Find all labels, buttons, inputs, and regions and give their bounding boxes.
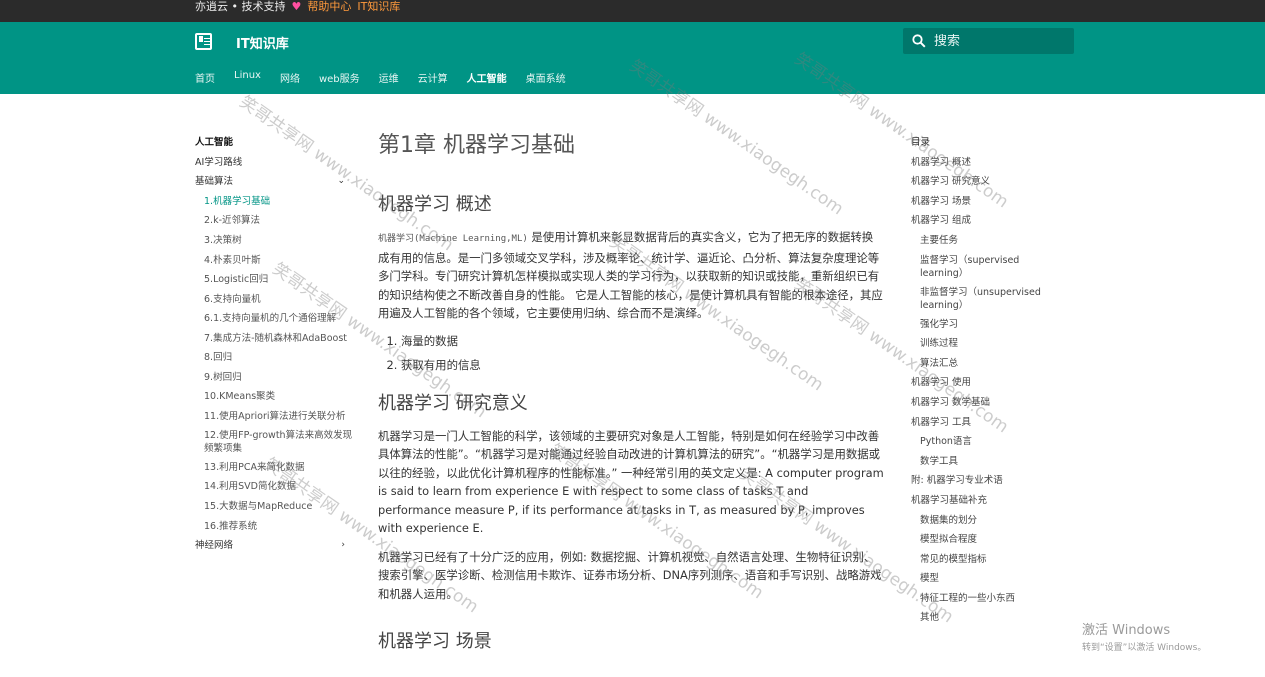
toc-item[interactable]: 其他 (911, 608, 1061, 628)
chevron-down-icon[interactable]: ⌄ (337, 172, 345, 192)
nav-item-linux[interactable]: Linux (234, 70, 261, 85)
toc-heading: 目录 (911, 137, 931, 148)
toc-item[interactable]: 特征工程的一些小东西 (911, 589, 1061, 609)
left-sidebar: 人工智能 AI学习路线 基础算法 ⌄ 1.机器学习基础 2.k-近邻算法 3.决… (195, 133, 355, 556)
toc-item[interactable]: 数学工具 (911, 452, 1061, 472)
site-title[interactable]: IT知识库 (236, 33, 289, 52)
sidebar-item-apriori[interactable]: 11.使用Apriori算法进行关联分析 (195, 407, 355, 426)
it-knowledge-link[interactable]: IT知识库 (357, 0, 400, 14)
sidebar-item-mapreduce[interactable]: 15.大数据与MapReduce (195, 497, 355, 517)
sidebar-item-regression[interactable]: 8.回归 (195, 348, 355, 368)
toc-item[interactable]: 机器学习 数学基础 (911, 393, 1061, 413)
nav-item-network[interactable]: 网络 (280, 70, 300, 85)
nav-item-ai[interactable]: 人工智能 (467, 70, 507, 85)
brand-text: 亦逍云 • 技术支持 (195, 0, 286, 13)
section-heading-significance: 机器学习 研究意义 (378, 392, 528, 414)
sidebar-item-basic-algorithms[interactable]: 基础算法 ⌄ (195, 172, 355, 192)
list-item: 获取有用的信息 (401, 353, 884, 377)
toc-item[interactable]: 模型 (911, 569, 1061, 589)
sidebar-item-recommender[interactable]: 16.推荐系统 (195, 517, 355, 537)
sidebar-item-svm[interactable]: 6.支持向量机 (195, 290, 355, 310)
sidebar-item-ml-basics[interactable]: 1.机器学习基础 (195, 192, 355, 212)
toc-item[interactable]: 机器学习 研究意义 (911, 172, 1061, 192)
nav-item-home[interactable]: 首页 (195, 70, 215, 85)
toc-item[interactable]: 监督学习（supervised learning） (911, 251, 1061, 283)
toc-item[interactable]: 算法汇总 (911, 354, 1061, 374)
sidebar-item-fp-growth[interactable]: 12.使用FP-growth算法来高效发现频繁项集 (195, 426, 355, 458)
inline-code: 机器学习(Machine Learning,ML) (378, 234, 528, 244)
toc-item[interactable]: 机器学习基础补充 (911, 491, 1061, 511)
sidebar-item-knn[interactable]: 2.k-近邻算法 (195, 211, 355, 231)
sidebar-heading: 人工智能 (195, 137, 234, 148)
sidebar-item-label: 基础算法 (195, 176, 234, 188)
search-input[interactable] (934, 33, 1054, 49)
table-of-contents: 目录 机器学习 概述 机器学习 研究意义 机器学习 场景 机器学习 组成 主要任… (911, 133, 1061, 628)
toc-item[interactable]: 模型拟合程度 (911, 530, 1061, 550)
section-heading-scenarios: 机器学习 场景 (378, 631, 492, 652)
nav-item-desktop[interactable]: 桌面系统 (526, 70, 566, 85)
toc-item[interactable]: 常见的模型指标 (911, 550, 1061, 570)
main-nav: 首页 Linux 网络 web服务 运维 云计算 人工智能 桌面系统 (195, 70, 585, 85)
toc-item[interactable]: 训练过程 (911, 334, 1061, 354)
sidebar-item-ai-roadmap[interactable]: AI学习路线 (195, 153, 355, 173)
search-box[interactable] (903, 28, 1074, 54)
toc-item[interactable]: 机器学习 场景 (911, 192, 1061, 212)
chevron-right-icon[interactable]: › (341, 536, 345, 556)
toc-item[interactable]: 机器学习 概述 (911, 153, 1061, 173)
toc-item[interactable]: Python语言 (911, 432, 1061, 452)
toc-item[interactable]: 机器学习 工具 (911, 413, 1061, 433)
windows-activation-notice: 激活 Windows 转到“设置”以激活 Windows。 (1082, 619, 1206, 653)
toc-item[interactable]: 非监督学习（unsupervised learning） (911, 283, 1061, 315)
significance-paragraph-2: 机器学习已经有了十分广泛的应用，例如: 数据挖掘、计算机视觉、自然语言处理、生物… (378, 549, 882, 601)
help-center-link[interactable]: 帮助中心 (307, 0, 351, 14)
sidebar-item-logistic[interactable]: 5.Logistic回归 (195, 270, 355, 290)
windows-activation-hint: 转到“设置”以激活 Windows。 (1082, 643, 1207, 653)
top-bar: 亦逍云 • 技术支持 ♥ 帮助中心 IT知识库 (0, 0, 1265, 22)
nav-item-web[interactable]: web服务 (319, 70, 360, 85)
overview-list: 海量的数据 获取有用的信息 (401, 329, 884, 377)
nav-item-ops[interactable]: 运维 (379, 70, 399, 85)
sidebar-item-svd[interactable]: 14.利用SVD简化数据 (195, 477, 355, 497)
heart-icon: ♥ (291, 0, 302, 13)
sidebar-item-naive-bayes[interactable]: 4.朴素贝叶斯 (195, 251, 355, 271)
toc-item[interactable]: 机器学习 使用 (911, 373, 1061, 393)
sidebar-item-pca[interactable]: 13.利用PCA来简化数据 (195, 458, 355, 478)
sidebar-item-kmeans[interactable]: 10.KMeans聚类 (195, 387, 355, 407)
sidebar-item-label: 神经网络 (195, 540, 234, 552)
book-icon[interactable] (195, 33, 212, 50)
overview-paragraph: 机器学习(Machine Learning,ML) 是使用计算机来彰显数据背后的… (378, 228, 884, 323)
toc-item[interactable]: 数据集的划分 (911, 511, 1061, 531)
page-title: 第1章 机器学习基础 (378, 133, 575, 158)
sidebar-item-ensemble[interactable]: 7.集成方法-随机森林和AdaBoost (195, 329, 355, 348)
toc-item[interactable]: 附: 机器学习专业术语 (911, 471, 1061, 491)
windows-activation-title: 激活 Windows (1082, 623, 1171, 638)
search-icon (912, 34, 926, 48)
toc-item[interactable]: 机器学习 组成 (911, 211, 1061, 231)
toc-item[interactable]: 主要任务 (911, 231, 1061, 251)
sidebar-item-tree-regression[interactable]: 9.树回归 (195, 368, 355, 388)
section-heading-overview: 机器学习 概述 (378, 194, 492, 215)
sidebar-item-svm-understanding[interactable]: 6.1.支持向量机的几个通俗理解 (195, 309, 355, 329)
sidebar-item-neural-networks[interactable]: 神经网络 › (195, 536, 355, 556)
nav-item-cloud[interactable]: 云计算 (418, 70, 448, 85)
sidebar-item-decision-tree[interactable]: 3.决策树 (195, 231, 355, 251)
toc-item[interactable]: 强化学习 (911, 315, 1061, 335)
article: 第1章 机器学习基础 机器学习 概述 机器学习(Machine Learning… (378, 128, 884, 665)
list-item: 海量的数据 (401, 329, 884, 353)
site-header: IT知识库 首页 Linux 网络 web服务 运维 云计算 人工智能 桌面系统 (0, 22, 1265, 94)
significance-paragraph-1: 机器学习是一门人工智能的科学，该领域的主要研究对象是人工智能，特别是如何在经验学… (378, 428, 884, 536)
